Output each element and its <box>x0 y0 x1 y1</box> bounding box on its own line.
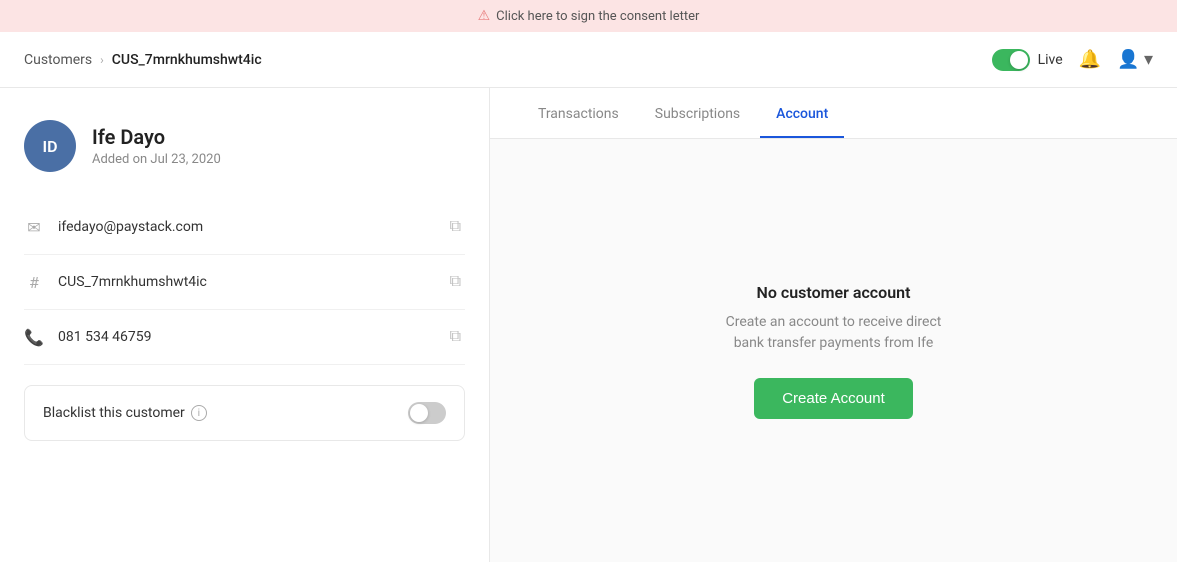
tabs-bar: Transactions Subscriptions Account <box>490 88 1177 139</box>
customer-id-value: CUS_7mrnkhumshwt4ic <box>58 274 432 290</box>
blacklist-toggle[interactable] <box>408 402 446 424</box>
customer-id-row: # CUS_7mrnkhumshwt4ic ⧉ <box>24 255 465 310</box>
blacklist-label: Blacklist this customer i <box>43 405 207 421</box>
tab-account[interactable]: Account <box>760 88 844 138</box>
no-account-title: No customer account <box>757 283 911 302</box>
bell-icon[interactable]: 🔔 <box>1079 49 1101 70</box>
breadcrumb-separator: › <box>100 53 104 67</box>
main-layout: ID Ife Dayo Added on Jul 23, 2020 ✉ ifed… <box>0 88 1177 562</box>
email-icon: ✉ <box>24 218 44 237</box>
breadcrumb: Customers › CUS_7mrnkhumshwt4ic <box>24 52 262 68</box>
left-panel: ID Ife Dayo Added on Jul 23, 2020 ✉ ifed… <box>0 88 490 562</box>
account-content: No customer account Create an account to… <box>490 139 1177 562</box>
tab-transactions[interactable]: Transactions <box>522 88 635 138</box>
hash-icon: # <box>24 273 44 292</box>
live-label: Live <box>1038 52 1063 68</box>
customer-name: Ife Dayo <box>92 125 221 149</box>
blacklist-label-text: Blacklist this customer <box>43 405 185 421</box>
breadcrumb-customers-link[interactable]: Customers <box>24 52 92 68</box>
email-row: ✉ ifedayo@paystack.com ⧉ <box>24 200 465 255</box>
customer-header: ID Ife Dayo Added on Jul 23, 2020 <box>24 120 465 172</box>
right-panel: Transactions Subscriptions Account No cu… <box>490 88 1177 562</box>
live-toggle[interactable]: Live <box>992 49 1063 71</box>
breadcrumb-current-page: CUS_7mrnkhumshwt4ic <box>112 52 262 68</box>
no-account-description: Create an account to receive direct bank… <box>714 312 954 354</box>
email-value: ifedayo@paystack.com <box>58 219 432 235</box>
copy-email-button[interactable]: ⧉ <box>446 214 465 240</box>
consent-banner[interactable]: ⚠ Click here to sign the consent letter <box>0 0 1177 32</box>
blacklist-row: Blacklist this customer i <box>24 385 465 441</box>
copy-phone-button[interactable]: ⧉ <box>446 324 465 350</box>
create-account-button[interactable]: Create Account <box>754 378 913 419</box>
phone-row: 📞 081 534 46759 ⧉ <box>24 310 465 365</box>
navbar: Customers › CUS_7mrnkhumshwt4ic Live 🔔 👤… <box>0 32 1177 88</box>
tab-subscriptions[interactable]: Subscriptions <box>639 88 756 138</box>
warning-icon: ⚠ <box>478 8 491 24</box>
banner-text: Click here to sign the consent letter <box>496 9 699 24</box>
copy-id-button[interactable]: ⧉ <box>446 269 465 295</box>
live-toggle-switch[interactable] <box>992 49 1030 71</box>
user-avatar-icon[interactable]: 👤 ▾ <box>1117 49 1153 70</box>
customer-info: Ife Dayo Added on Jul 23, 2020 <box>92 125 221 167</box>
customer-added-date: Added on Jul 23, 2020 <box>92 152 221 167</box>
avatar: ID <box>24 120 76 172</box>
phone-value: 081 534 46759 <box>58 329 432 345</box>
blacklist-info-icon[interactable]: i <box>191 405 207 421</box>
phone-icon: 📞 <box>24 328 44 347</box>
nav-right: Live 🔔 👤 ▾ <box>992 49 1153 71</box>
